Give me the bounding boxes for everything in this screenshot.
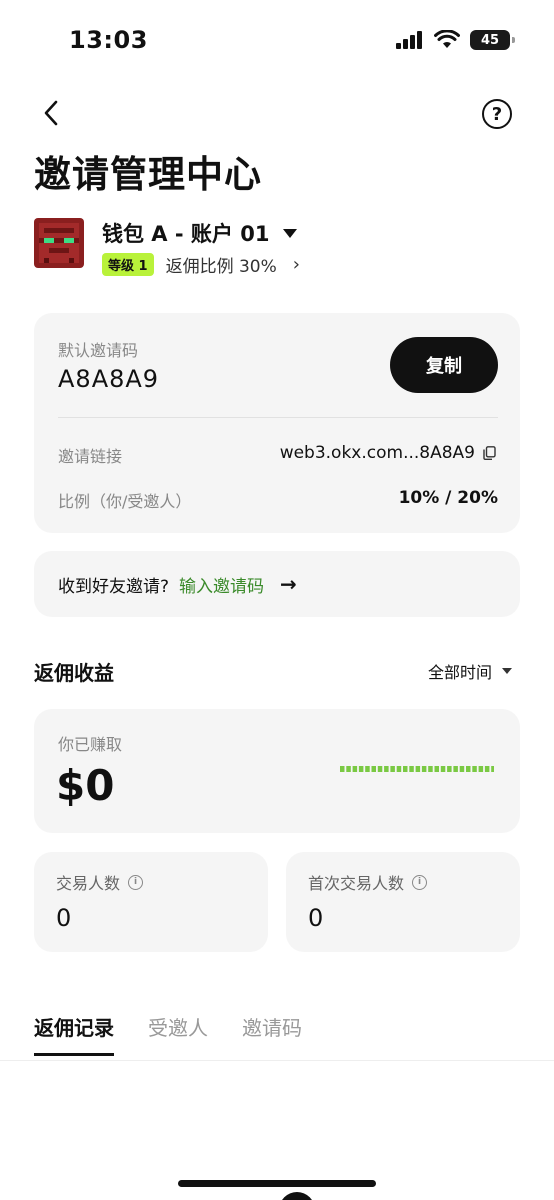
question-circle-icon: ?	[491, 103, 503, 125]
wallet-selector[interactable]: 钱包 A - 账户 01 等级 1 返佣比例 30% ›	[34, 218, 524, 277]
battery-icon: 45	[470, 30, 515, 50]
signal-icon	[396, 31, 422, 49]
back-button[interactable]	[36, 98, 66, 128]
page-title: 邀请管理中心	[34, 153, 262, 196]
caret-down-icon	[283, 228, 298, 238]
help-button[interactable]: ?	[482, 99, 512, 129]
stat-value: 0	[308, 904, 324, 932]
wifi-icon	[434, 30, 460, 48]
avatar	[34, 218, 84, 268]
stat-card-first-traders: 首次交易人数 i 0	[286, 852, 520, 952]
copy-icon[interactable]	[483, 446, 496, 460]
tab-rebate-records[interactable]: 返佣记录	[34, 1012, 114, 1056]
tab-invitees[interactable]: 受邀人	[148, 1012, 208, 1056]
level-row[interactable]: 等级 1 返佣比例 30% ›	[102, 252, 300, 277]
bottom-peek	[279, 1192, 315, 1200]
info-icon[interactable]: i	[128, 874, 144, 890]
wallet-name[interactable]: 钱包 A - 账户 01	[102, 218, 298, 248]
ratio-value: 10% / 20%	[398, 488, 498, 508]
tabs-divider	[0, 1060, 554, 1061]
enter-invite-code-link[interactable]: 输入邀请码	[179, 572, 264, 597]
stat-label: 首次交易人数 i	[308, 870, 428, 894]
section-title: 返佣收益	[34, 661, 114, 685]
tab-bar: 返佣记录 受邀人 邀请码	[34, 1012, 302, 1056]
chevron-right-icon: ›	[292, 254, 300, 275]
invite-code-card: 默认邀请码 A8A8A9 复制 邀请链接 web3.okx.com...8A8A…	[34, 313, 520, 533]
earnings-card: 你已赚取 $0	[34, 709, 520, 833]
chevron-left-icon	[44, 100, 58, 126]
invite-link-label: 邀请链接	[58, 447, 123, 466]
tab-invite-codes[interactable]: 邀请码	[242, 1012, 302, 1056]
invite-link[interactable]: web3.okx.com...8A8A9	[280, 443, 496, 463]
home-indicator	[178, 1180, 376, 1187]
ratio-label: 比例（你/受邀人）	[58, 492, 192, 511]
stat-label: 交易人数 i	[56, 870, 144, 894]
stat-value: 0	[56, 904, 72, 932]
level-badge: 等级 1	[102, 253, 154, 276]
invite-code: A8A8A9	[58, 365, 160, 393]
friend-invite-prompt: 收到好友邀请?	[58, 576, 170, 597]
earned-label: 你已赚取	[58, 735, 123, 754]
info-icon[interactable]: i	[412, 874, 428, 890]
earnings-sparkline	[340, 766, 494, 772]
stat-card-traders: 交易人数 i 0	[34, 852, 268, 952]
friend-invite-card[interactable]: 收到好友邀请? 输入邀请码 →	[34, 551, 520, 617]
status-icons: 45	[396, 30, 515, 50]
divider	[58, 417, 498, 418]
copy-button[interactable]: 复制	[390, 337, 498, 393]
invite-code-label: 默认邀请码	[58, 341, 139, 360]
status-bar: 13:03 45	[0, 0, 554, 80]
arrow-right-icon: →	[280, 572, 297, 596]
time-filter-dropdown[interactable]: 全部时间	[428, 659, 512, 683]
status-time: 13:03	[69, 26, 148, 54]
caret-down-icon	[502, 668, 512, 674]
earned-value: $0	[56, 761, 115, 810]
rebate-ratio: 返佣比例 30%	[165, 257, 277, 277]
